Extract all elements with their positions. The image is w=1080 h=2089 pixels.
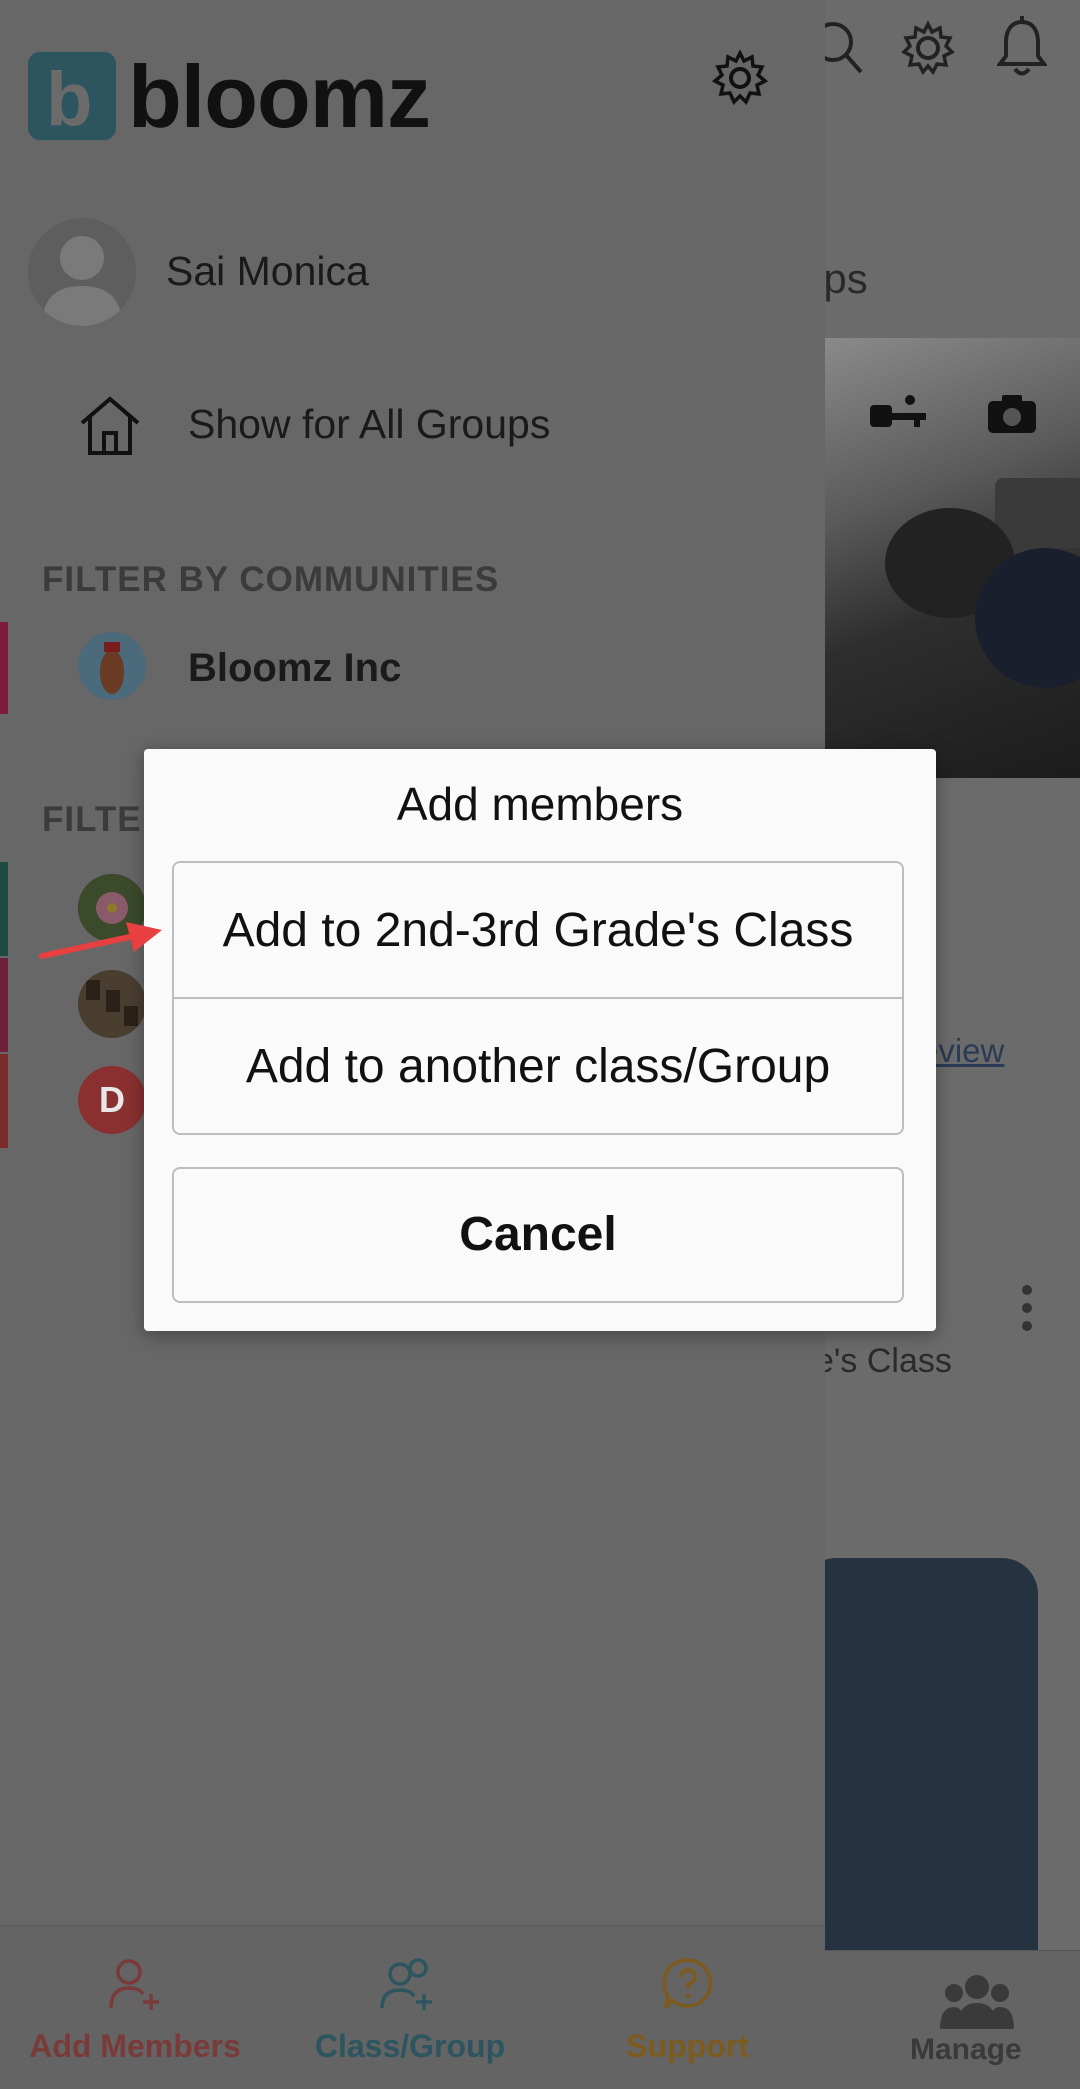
background-toolbar xyxy=(813,0,1080,100)
class-group-label: Class/Group xyxy=(314,2028,506,2064)
communities-section-header: FILTER BY COMMUNITIES xyxy=(42,560,500,599)
people-icon xyxy=(940,1973,1014,2034)
home-icon xyxy=(78,396,142,461)
gear-icon[interactable] xyxy=(711,49,769,111)
class-group-tab[interactable]: Class/Group xyxy=(280,1926,540,2089)
background-manage-tab[interactable] xyxy=(825,1950,1080,2089)
support-label: Support xyxy=(626,2028,749,2064)
help-icon xyxy=(660,1956,716,2017)
bell-icon[interactable] xyxy=(996,16,1048,83)
add-members-label: Add Members xyxy=(29,2028,241,2064)
add-group-icon xyxy=(378,1956,438,2017)
background-class-card xyxy=(800,1558,1038,1958)
show-all-groups-item[interactable]: Show for All Groups xyxy=(78,395,550,462)
add-members-tab[interactable]: Add Members xyxy=(0,1926,270,2089)
community-item-bloomz-inc[interactable]: Bloomz Inc xyxy=(0,622,825,714)
bottom-navigation: Add Members Class/Group Support xyxy=(0,1925,825,2089)
manage-label: Manage xyxy=(910,2033,1022,2066)
community-name: Bloomz Inc xyxy=(188,646,402,690)
cancel-button[interactable]: Cancel xyxy=(172,1167,904,1303)
annotation-arrow-icon xyxy=(38,916,162,969)
dialog-options: Add to 2nd-3rd Grade's Class Add to anot… xyxy=(172,861,904,1135)
show-all-groups-label: Show for All Groups xyxy=(188,401,551,447)
support-tab[interactable]: Support xyxy=(560,1926,815,2089)
search-icon[interactable] xyxy=(813,20,869,81)
community-color-bar xyxy=(0,622,8,714)
groups-section-header: FILTE xyxy=(42,800,142,839)
group-avatar-letter: D xyxy=(78,1066,146,1134)
group-avatar xyxy=(78,970,146,1038)
add-to-another-group-button[interactable]: Add to another class/Group xyxy=(174,999,902,1135)
logo-mark: b xyxy=(28,52,116,142)
add-members-dialog: Add members Add to 2nd-3rd Grade's Class… xyxy=(144,749,936,1331)
camera-icon[interactable] xyxy=(988,393,1036,438)
user-name: Sai Monica xyxy=(166,248,369,294)
gear-icon[interactable] xyxy=(900,20,956,81)
add-person-icon xyxy=(107,1956,163,2017)
key-icon[interactable] xyxy=(870,393,928,438)
add-to-current-class-button[interactable]: Add to 2nd-3rd Grade's Class xyxy=(174,863,902,999)
avatar xyxy=(28,218,136,326)
dialog-title: Add members xyxy=(396,778,684,830)
community-avatar xyxy=(78,632,146,700)
logo-text: bloomz xyxy=(128,47,431,146)
background-cover-photo xyxy=(825,338,1080,778)
more-options-icon[interactable] xyxy=(1022,1285,1032,1339)
background-class-name: e's Class xyxy=(815,1342,952,1380)
